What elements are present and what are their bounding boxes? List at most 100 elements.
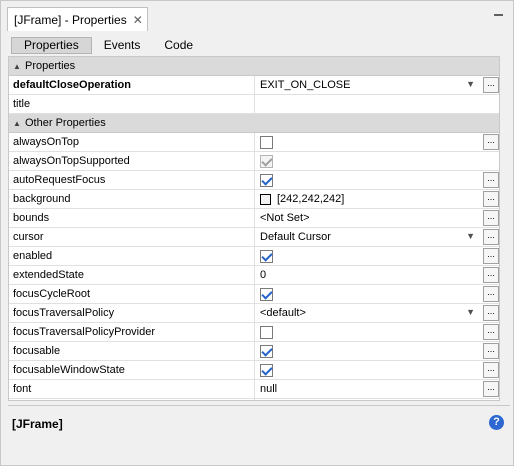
property-value[interactable]	[255, 95, 499, 114]
property-value[interactable]: null	[255, 399, 499, 401]
ellipsis-button[interactable]: ...	[483, 229, 499, 245]
ellipsis-button[interactable]: ...	[483, 248, 499, 264]
category-label: Properties	[25, 60, 76, 72]
property-row[interactable]: focusable...	[9, 341, 499, 361]
ellipsis-button[interactable]: ...	[483, 324, 499, 340]
ellipsis-button[interactable]: ...	[483, 134, 499, 150]
ellipsis-button[interactable]: ...	[483, 210, 499, 226]
color-swatch	[260, 193, 271, 205]
property-name: extendedState	[9, 265, 255, 285]
property-name: autoRequestFocus	[9, 170, 255, 190]
property-name: focusTraversalPolicy	[9, 303, 255, 323]
property-checkbox[interactable]	[260, 287, 273, 301]
property-row[interactable]: font null...	[9, 379, 499, 399]
minimize-icon[interactable]	[494, 14, 503, 16]
ellipsis-button[interactable]: ...	[483, 267, 499, 283]
property-value[interactable]	[255, 247, 499, 266]
property-row[interactable]: focusTraversalPolicyProvider...	[9, 322, 499, 342]
category-other-properties[interactable]: ▲ Other Properties	[9, 114, 499, 133]
property-sheet: ▲ Properties defaultCloseOperation EXIT_O…	[8, 56, 500, 401]
property-value[interactable]	[255, 342, 499, 361]
category-properties[interactable]: ▲ Properties	[9, 57, 499, 76]
property-row[interactable]: cursor Default Cursor ▼...	[9, 227, 499, 247]
property-name: foreground	[9, 398, 255, 400]
property-name: alwaysOnTop	[9, 132, 255, 152]
tab-events[interactable]: Events	[92, 37, 153, 54]
property-value-text: EXIT_ON_CLOSE	[260, 79, 351, 91]
property-value[interactable]	[255, 171, 499, 190]
property-row[interactable]: title	[9, 94, 499, 114]
ellipsis-button[interactable]: ...	[483, 400, 499, 401]
property-value[interactable]: EXIT_ON_CLOSE	[255, 76, 499, 95]
collapse-triangle-icon[interactable]: ▲	[9, 62, 25, 71]
tab-properties[interactable]: Properties	[11, 37, 92, 54]
property-name: focusableWindowState	[9, 360, 255, 380]
close-icon[interactable]: ✕	[133, 13, 143, 27]
property-row[interactable]: enabled...	[9, 246, 499, 266]
property-row[interactable]: alwaysOnTopSupported	[9, 151, 499, 171]
collapse-triangle-icon[interactable]: ▲	[9, 119, 25, 128]
ellipsis-button[interactable]: ...	[483, 305, 499, 321]
property-row[interactable]: extendedState 0...	[9, 265, 499, 285]
property-value[interactable]: [242,242,242]	[255, 190, 499, 209]
property-name: focusCycleRoot	[9, 284, 255, 304]
property-checkbox[interactable]	[260, 363, 273, 377]
property-name: background	[9, 189, 255, 209]
property-row[interactable]: focusTraversalPolicy <default> ▼...	[9, 303, 499, 323]
title-bar: [JFrame] - Properties ✕	[1, 1, 513, 37]
subtab-bar: Properties Events Code	[11, 37, 205, 54]
ellipsis-button[interactable]: ...	[483, 172, 499, 188]
property-name: alwaysOnTopSupported	[9, 151, 255, 171]
property-value-text: <default>	[260, 307, 306, 319]
ellipsis-button[interactable]: ...	[483, 77, 499, 93]
property-value[interactable]	[255, 152, 499, 171]
property-row[interactable]: focusableWindowState...	[9, 360, 499, 380]
info-title: [JFrame]	[12, 417, 63, 431]
tab-code[interactable]: Code	[152, 37, 205, 54]
ellipsis-button[interactable]: ...	[483, 343, 499, 359]
property-row[interactable]: defaultCloseOperation EXIT_ON_CLOSE ▼...	[9, 75, 499, 95]
property-name: bounds	[9, 208, 255, 228]
property-name: defaultCloseOperation	[9, 75, 255, 95]
property-checkbox[interactable]	[260, 325, 273, 339]
property-checkbox[interactable]	[260, 249, 273, 263]
property-value-text: [242,242,242]	[277, 193, 345, 205]
vertical-scrollbar[interactable]	[501, 56, 511, 401]
ellipsis-button[interactable]: ...	[483, 286, 499, 302]
info-panel: [JFrame] ?	[8, 405, 510, 465]
property-row[interactable]: bounds <Not Set>...	[9, 208, 499, 228]
property-name: font	[9, 379, 255, 399]
property-value[interactable]	[255, 133, 499, 152]
property-checkbox[interactable]	[260, 344, 273, 358]
property-row[interactable]: foregroundnull...	[9, 398, 499, 401]
chevron-down-icon[interactable]: ▼	[466, 231, 475, 241]
property-row[interactable]: alwaysOnTop...	[9, 132, 499, 152]
property-value[interactable]: 0	[255, 266, 499, 285]
property-value[interactable]	[255, 323, 499, 342]
property-row[interactable]: background [242,242,242]...	[9, 189, 499, 209]
property-value[interactable]: <Not Set>	[255, 209, 499, 228]
property-value-text: <Not Set>	[260, 212, 310, 224]
property-value-text: null	[260, 383, 278, 395]
property-value[interactable]	[255, 361, 499, 380]
property-row[interactable]: autoRequestFocus...	[9, 170, 499, 190]
window-tab[interactable]: [JFrame] - Properties ✕	[7, 7, 148, 31]
chevron-down-icon[interactable]: ▼	[466, 307, 475, 317]
property-value[interactable]	[255, 285, 499, 304]
help-icon[interactable]: ?	[489, 415, 504, 430]
property-name: enabled	[9, 246, 255, 266]
property-value[interactable]: null	[255, 380, 499, 399]
ellipsis-button[interactable]: ...	[483, 362, 499, 378]
property-name: cursor	[9, 227, 255, 247]
property-checkbox[interactable]	[260, 135, 273, 149]
chevron-down-icon[interactable]: ▼	[466, 79, 475, 89]
property-checkbox[interactable]	[260, 173, 273, 187]
property-row[interactable]: focusCycleRoot...	[9, 284, 499, 304]
category-label: Other Properties	[25, 117, 106, 129]
property-value-text: 0	[260, 269, 267, 281]
property-value[interactable]: Default Cursor	[255, 228, 499, 247]
ellipsis-button[interactable]: ...	[483, 191, 499, 207]
ellipsis-button[interactable]: ...	[483, 381, 499, 397]
window-tab-title: [JFrame] - Properties	[14, 12, 127, 27]
property-value[interactable]: <default>	[255, 304, 499, 323]
